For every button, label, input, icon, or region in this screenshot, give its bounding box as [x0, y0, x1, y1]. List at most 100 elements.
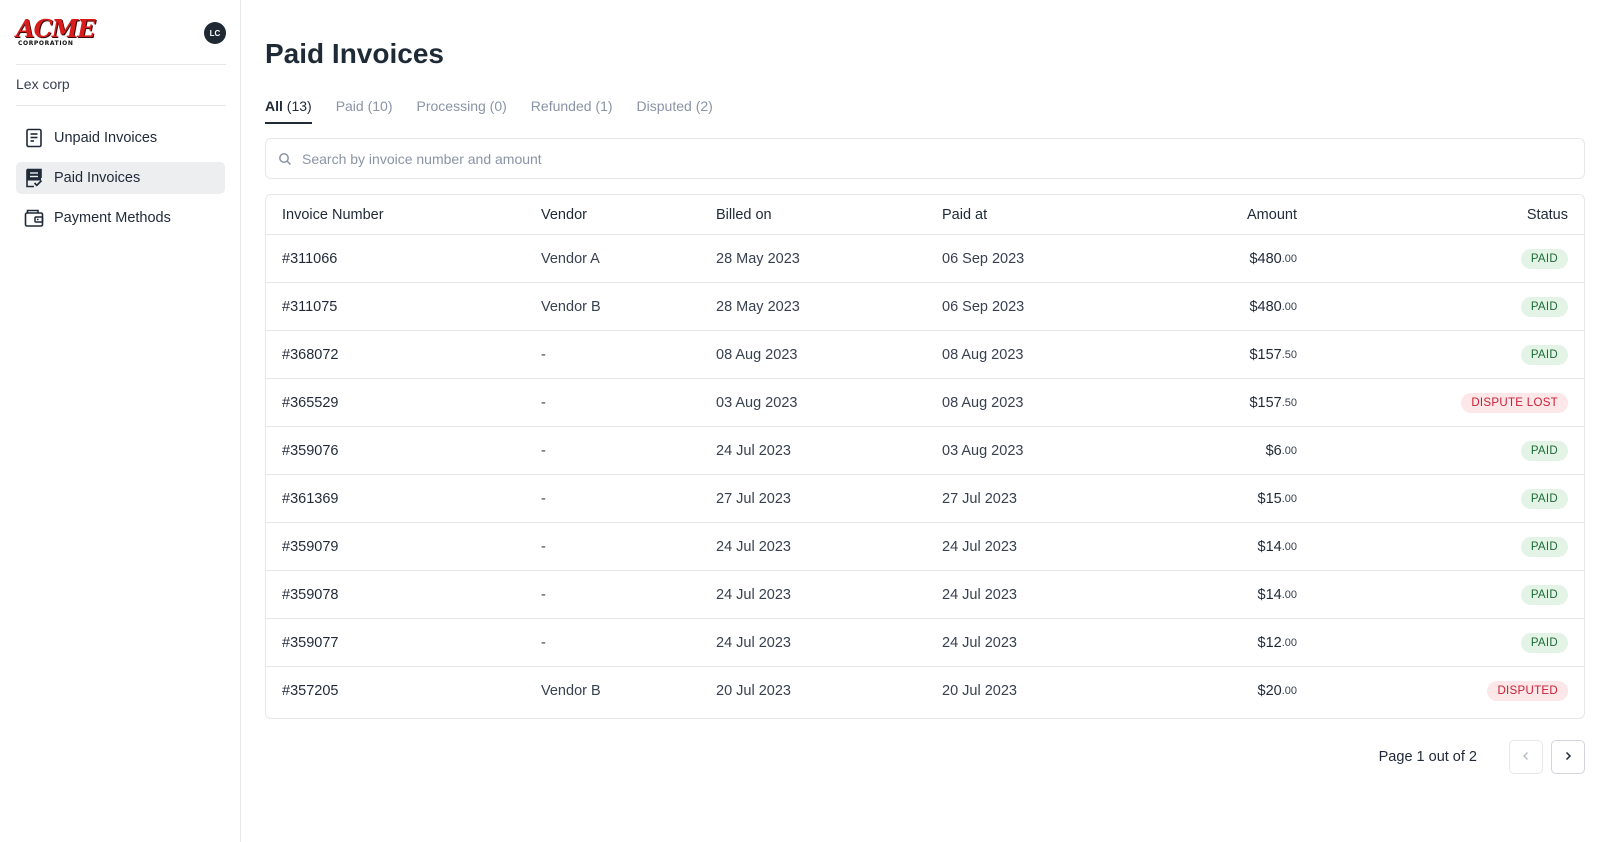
status-badge: PAID	[1520, 344, 1568, 365]
invoice-number[interactable]: #368072	[282, 331, 338, 378]
tab-label: Processing	[416, 98, 486, 114]
column-header-paid-at[interactable]: Paid at	[942, 195, 987, 234]
billed-on: 24 Jul 2023	[716, 586, 791, 603]
billed-on: 08 Aug 2023	[716, 346, 798, 363]
paid-at: 24 Jul 2023	[942, 586, 1017, 603]
status-cell: PAID	[1520, 235, 1568, 282]
column-header-amount[interactable]: Amount	[1247, 195, 1297, 234]
billed-on: 24 Jul 2023	[716, 634, 791, 651]
status-badge: PAID	[1520, 248, 1568, 269]
acme-logo[interactable]: ACME CORPORATION	[16, 16, 96, 48]
amount-cents: .00	[1281, 492, 1297, 505]
vendor: -	[541, 442, 546, 459]
status-cell: PAID	[1520, 475, 1568, 522]
amount-dollars: $14	[1257, 586, 1282, 603]
status-tabs: All (13) Paid (10) Processing (0) Refund…	[265, 98, 713, 124]
tab-label: Refunded	[530, 98, 592, 114]
column-header-invoice-number[interactable]: Invoice Number	[282, 195, 384, 234]
brand-header: ACME CORPORATION LC	[16, 16, 226, 48]
table-row[interactable]: #365529 - 03 Aug 2023 08 Aug 2023 $157.50 DIS…	[266, 379, 1584, 427]
vendor: -	[541, 346, 546, 363]
tab-count: (13)	[286, 98, 312, 114]
sidebar-item-label: Payment Methods	[54, 210, 171, 226]
amount-dollars: $480	[1249, 250, 1282, 267]
table-row[interactable]: #357205 Vendor B 20 Jul 2023 20 Jul 2023 $20…	[266, 667, 1584, 715]
table-row[interactable]: #361369 - 27 Jul 2023 27 Jul 2023 $15.00 PAID	[266, 475, 1584, 523]
billed-on: 20 Jul 2023	[716, 683, 791, 699]
paid-at: 24 Jul 2023	[942, 538, 1017, 555]
billed-on: 28 May 2023	[716, 298, 800, 315]
search-input[interactable]	[302, 150, 1502, 167]
amount-dollars: $20	[1257, 683, 1282, 699]
tab-all[interactable]: All (13)	[265, 98, 312, 124]
table-row[interactable]: #359079 - 24 Jul 2023 24 Jul 2023 $14.00 PAID	[266, 523, 1584, 571]
table-row[interactable]: #359076 - 24 Jul 2023 03 Aug 2023 $6.00 PAID	[266, 427, 1584, 475]
tab-label: Disputed	[636, 98, 692, 114]
invoice-number[interactable]: #311075	[282, 283, 337, 330]
status-badge: PAID	[1520, 536, 1568, 557]
amount-cents: .50	[1281, 348, 1297, 361]
sidebar-item-label: Paid Invoices	[54, 170, 141, 186]
column-header-status[interactable]: Status	[1527, 195, 1568, 234]
billed-on: 03 Aug 2023	[716, 394, 798, 411]
paid-at: 06 Sep 2023	[942, 250, 1025, 267]
paid-at: 06 Sep 2023	[942, 298, 1025, 315]
invoice-number[interactable]: #359077	[282, 619, 338, 666]
paid-at: 24 Jul 2023	[942, 634, 1017, 651]
table-body: #311066 Vendor A 28 May 2023 06 Sep 2023 $48…	[266, 235, 1584, 715]
status-cell: DISPUTE LOST	[1461, 379, 1568, 426]
status-badge: DISPUTE LOST	[1461, 392, 1568, 413]
logo-subtext: CORPORATION	[18, 40, 74, 47]
sidebar-item-label: Unpaid Invoices	[54, 130, 158, 146]
avatar[interactable]: LC	[204, 22, 226, 44]
next-page-button[interactable]	[1551, 740, 1585, 774]
table-row[interactable]: #359077 - 24 Jul 2023 24 Jul 2023 $12.00 PAID	[266, 619, 1584, 667]
tab-refunded[interactable]: Refunded (1)	[531, 98, 613, 122]
table-row[interactable]: #359078 - 24 Jul 2023 24 Jul 2023 $14.00 PAID	[266, 571, 1584, 619]
billed-on: 27 Jul 2023	[716, 490, 791, 507]
sidebar-item-unpaid-invoices[interactable]: Unpaid Invoices	[16, 122, 225, 154]
invoice-number[interactable]: #311066	[282, 235, 337, 282]
billed-on: 24 Jul 2023	[716, 442, 791, 459]
invoice-number[interactable]: #361369	[282, 475, 338, 522]
sidebar-item-payment-methods[interactable]: Payment Methods	[16, 202, 225, 234]
column-header-billed-on[interactable]: Billed on	[716, 195, 772, 234]
invoice-number[interactable]: #357205	[282, 667, 338, 715]
status-cell: PAID	[1520, 523, 1568, 570]
invoice-number[interactable]: #365529	[282, 379, 338, 426]
amount-cents: .00	[1281, 636, 1297, 649]
chevron-right-icon	[1563, 748, 1573, 766]
table-row[interactable]: #311066 Vendor A 28 May 2023 06 Sep 2023 $48…	[266, 235, 1584, 283]
paid-at: 08 Aug 2023	[942, 346, 1024, 363]
column-header-vendor[interactable]: Vendor	[541, 195, 587, 234]
tab-count: (2)	[695, 98, 713, 114]
status-badge: PAID	[1520, 296, 1568, 317]
receipt-check-icon	[24, 168, 44, 188]
status-cell: PAID	[1520, 427, 1568, 474]
status-badge: PAID	[1520, 488, 1568, 509]
billed-on: 24 Jul 2023	[716, 538, 791, 555]
org-name[interactable]: Lex corp	[16, 76, 70, 92]
invoice-number[interactable]: #359079	[282, 523, 338, 570]
tab-processing[interactable]: Processing (0)	[417, 98, 507, 122]
table-header-row: Invoice Number Vendor Billed on Paid at …	[266, 195, 1584, 235]
vendor: -	[541, 394, 546, 411]
vendor: Vendor A	[541, 250, 600, 267]
paid-at: 27 Jul 2023	[942, 490, 1017, 507]
sidebar-item-paid-invoices[interactable]: Paid Invoices	[16, 162, 225, 194]
tab-paid[interactable]: Paid (10)	[336, 98, 393, 122]
invoices-table: Invoice Number Vendor Billed on Paid at …	[265, 194, 1585, 719]
vendor: -	[541, 634, 546, 651]
status-cell: DISPUTED	[1487, 667, 1568, 715]
status-cell: PAID	[1520, 571, 1568, 618]
status-cell: PAID	[1520, 331, 1568, 378]
table-row[interactable]: #311075 Vendor B 28 May 2023 06 Sep 2023 $48…	[266, 283, 1584, 331]
table-row[interactable]: #368072 - 08 Aug 2023 08 Aug 2023 $157.50 PAI…	[266, 331, 1584, 379]
amount: $157.50	[1249, 331, 1297, 378]
billed-on: 28 May 2023	[716, 250, 800, 267]
invoice-number[interactable]: #359078	[282, 571, 338, 618]
amount-dollars: $14	[1257, 538, 1282, 555]
invoice-number[interactable]: #359076	[282, 427, 338, 474]
tab-disputed[interactable]: Disputed (2)	[637, 98, 713, 122]
previous-page-button[interactable]	[1509, 740, 1543, 774]
